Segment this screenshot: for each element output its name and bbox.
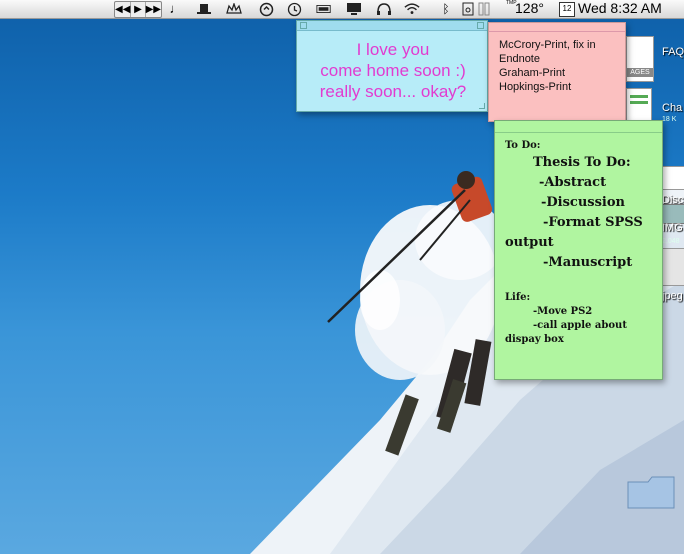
thesis-item: -Discussion bbox=[541, 195, 625, 210]
sticky-line: really soon... okay? bbox=[319, 82, 467, 101]
spreadsheet-document-icon[interactable] bbox=[626, 88, 652, 122]
media-controls[interactable]: ◀◀ ▶ ▶▶ bbox=[114, 1, 162, 18]
wifi-icon[interactable] bbox=[404, 1, 420, 17]
calendar-icon[interactable]: 12 bbox=[559, 2, 575, 17]
file-label-img[interactable]: IMG bbox=[662, 222, 683, 234]
file-size-cha: 18 K bbox=[662, 116, 677, 123]
thesis-item: -Abstract bbox=[539, 175, 607, 190]
temperature-readout[interactable]: 128° bbox=[515, 0, 544, 16]
sticky-note-green[interactable]: To Do: Thesis To Do: -Abstract -Discussi… bbox=[494, 120, 663, 380]
pages-document-icon[interactable]: AGES bbox=[626, 36, 654, 82]
bluetooth-icon[interactable]: ᛒ bbox=[438, 1, 454, 17]
sticky-line: Hopkings-Print bbox=[499, 81, 572, 93]
temperature-label: TMP bbox=[506, 0, 517, 6]
thesis-item: -Format SPSS bbox=[543, 215, 643, 230]
life-item-continuation: dispay box bbox=[505, 334, 564, 345]
sticky-line: come home soon :) bbox=[320, 61, 466, 80]
sticky-line: Endnote bbox=[499, 53, 540, 65]
previous-track-icon[interactable]: ◀◀ bbox=[115, 2, 132, 17]
life-heading: Life: bbox=[505, 292, 531, 303]
volume-bars-icon[interactable] bbox=[478, 1, 496, 17]
music-note-icon[interactable]: ♩ bbox=[168, 1, 184, 17]
sticky-blue-text[interactable]: I love you come home soon :) really soon… bbox=[297, 39, 487, 102]
life-item: -call apple about bbox=[533, 320, 627, 331]
display-icon[interactable] bbox=[346, 1, 362, 17]
crown-icon[interactable] bbox=[226, 1, 242, 17]
file-size-img: 2,048 bbox=[662, 238, 680, 245]
battery-icon[interactable] bbox=[316, 1, 332, 17]
sticky-collapse-box[interactable] bbox=[477, 22, 484, 29]
file-label-cha[interactable]: Cha bbox=[662, 102, 682, 114]
resize-handle[interactable] bbox=[479, 103, 485, 109]
sticky-line: McCrory-Print, fix in bbox=[499, 39, 596, 51]
headphones-icon[interactable] bbox=[376, 1, 392, 17]
menubar-clock[interactable]: Wed 8:32 AM bbox=[578, 0, 662, 16]
play-icon[interactable]: ▶ bbox=[131, 2, 146, 17]
sync-icon[interactable] bbox=[258, 1, 274, 17]
thesis-heading: Thesis To Do: bbox=[533, 155, 631, 170]
thesis-item-continuation: output bbox=[505, 235, 554, 250]
sticky-note-blue[interactable]: I love you come home soon :) really soon… bbox=[296, 20, 488, 112]
file-label-faq[interactable]: FAQ bbox=[662, 46, 684, 58]
image-file-icon[interactable] bbox=[662, 204, 684, 224]
next-track-icon[interactable]: ▶▶ bbox=[146, 2, 161, 17]
time-machine-icon[interactable] bbox=[286, 1, 302, 17]
file-label-jpeg[interactable]: jpeg bbox=[662, 290, 683, 302]
sticky-close-box[interactable] bbox=[300, 22, 307, 29]
sticky-title-bar[interactable] bbox=[495, 121, 662, 133]
sticky-line: Graham-Print bbox=[499, 67, 566, 79]
sticky-green-text[interactable]: To Do: Thesis To Do: -Abstract -Discussi… bbox=[495, 133, 662, 347]
menu-bar: ◀◀ ▶ ▶▶ ♩ ᛒ TMP 128° 12 Wed 8:32 AM bbox=[0, 0, 684, 19]
document-icon[interactable] bbox=[662, 166, 684, 190]
sticky-pink-text[interactable]: McCrory-Print, fix in Endnote Graham-Pri… bbox=[489, 32, 625, 94]
life-item: -Move PS2 bbox=[533, 306, 593, 317]
sticky-title-bar[interactable] bbox=[489, 23, 625, 32]
jpeg-file-icon[interactable] bbox=[662, 248, 684, 286]
top-hat-icon[interactable] bbox=[196, 1, 212, 17]
todo-heading: To Do: bbox=[505, 140, 541, 151]
sticky-note-pink[interactable]: McCrory-Print, fix in Endnote Graham-Pri… bbox=[488, 22, 626, 122]
sticky-line: I love you bbox=[356, 40, 430, 59]
pages-badge: AGES bbox=[627, 68, 653, 77]
thesis-item: -Manuscript bbox=[543, 255, 633, 270]
sticky-title-bar[interactable] bbox=[297, 21, 487, 31]
disk-icon[interactable] bbox=[460, 1, 476, 17]
